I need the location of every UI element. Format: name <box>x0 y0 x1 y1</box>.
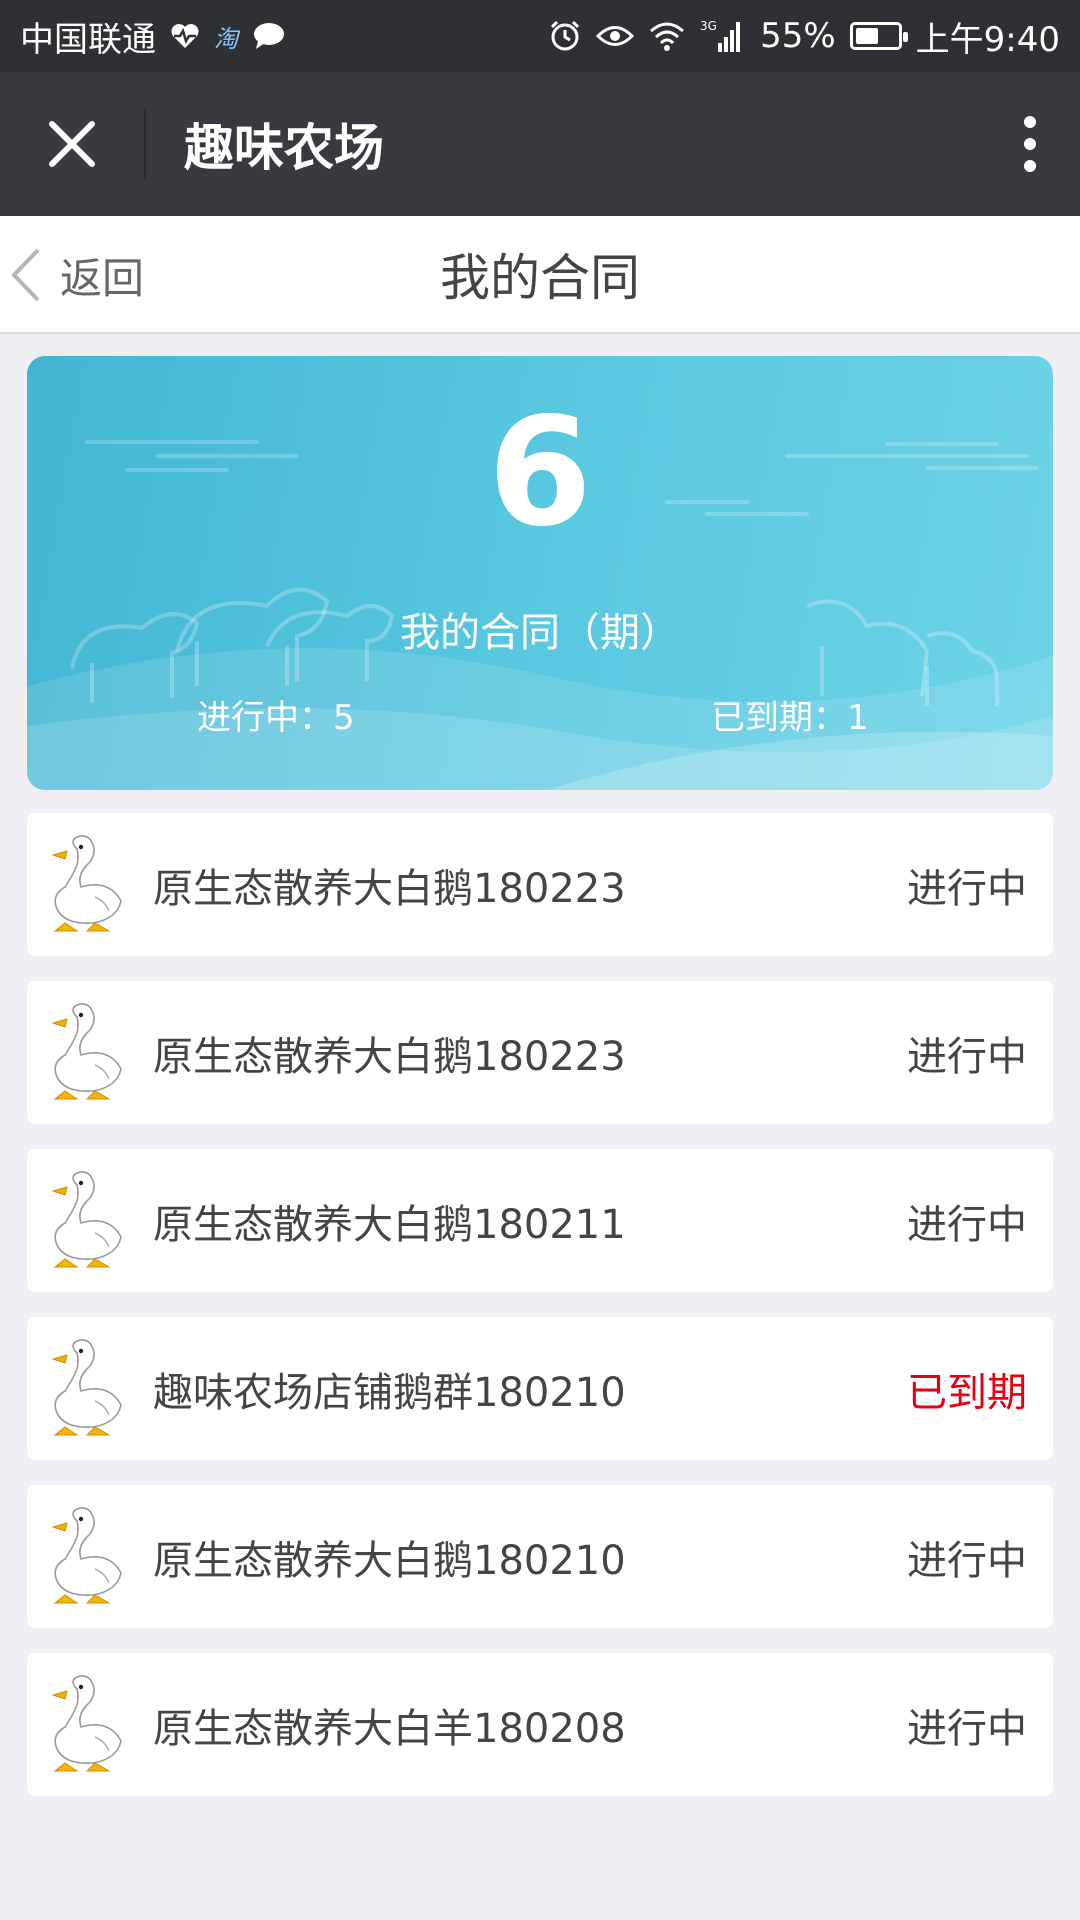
contract-status: 进行中 <box>907 1537 1027 1584</box>
contract-status: 进行中 <box>907 1201 1027 1248</box>
goose-icon <box>51 1170 122 1267</box>
contract-status: 进行中 <box>907 1705 1027 1752</box>
chat-bubble-icon <box>252 21 286 51</box>
taobao-icon: 淘 <box>214 24 238 53</box>
contract-name: 原生态散养大白羊180208 <box>153 1705 626 1752</box>
contract-list-item[interactable]: 原生态散养大白鹅180210 进行中 <box>27 1485 1053 1628</box>
title-divider <box>144 108 146 180</box>
contract-status: 进行中 <box>907 1033 1027 1080</box>
close-button[interactable] <box>0 72 144 216</box>
goose-icon <box>51 1002 122 1099</box>
heart-rate-icon <box>170 22 200 50</box>
back-button[interactable]: 返回 <box>10 216 144 334</box>
battery-percent: 55% <box>760 16 836 56</box>
expired-contract-stat: 已到期：1 <box>711 698 869 738</box>
page-nav-bar: 返回 我的合同 <box>0 216 1080 334</box>
contract-summary-card: 6 我的合同（期） 进行中：5 已到期：1 <box>27 356 1053 790</box>
app-title-bar: 趣味农场 <box>0 72 1080 216</box>
contract-name: 原生态散养大白鹅180223 <box>153 865 626 912</box>
contract-name: 原生态散养大白鹅180211 <box>153 1201 626 1248</box>
eye-icon <box>596 23 635 49</box>
contract-status: 进行中 <box>907 865 1027 912</box>
active-contract-stat: 进行中：5 <box>197 698 355 738</box>
close-icon <box>49 121 95 167</box>
network-type: 3G <box>700 19 717 33</box>
status-bar: 中国联通 淘 3G 55% 上午9:40 <box>0 0 1080 72</box>
contract-list-item[interactable]: 趣味农场店铺鹅群180210 已到期 <box>27 1317 1053 1460</box>
goose-icon <box>51 1338 122 1435</box>
contract-list-item[interactable]: 原生态散养大白鹅180223 进行中 <box>27 981 1053 1124</box>
goose-icon <box>51 1674 122 1771</box>
more-menu-button[interactable] <box>980 72 1080 216</box>
contract-name: 趣味农场店铺鹅群180210 <box>153 1369 626 1416</box>
signal-icon: 3G <box>700 19 746 53</box>
goose-icon <box>51 834 122 931</box>
total-contract-count: 6 <box>487 386 593 560</box>
page-title: 我的合同 <box>440 249 640 307</box>
contract-list-item[interactable]: 原生态散养大白羊180208 进行中 <box>27 1653 1053 1796</box>
contract-list-item[interactable]: 原生态散养大白鹅180223 进行中 <box>27 813 1053 956</box>
chevron-left-icon <box>11 248 40 302</box>
goose-icon <box>51 1506 122 1603</box>
wifi-icon <box>648 21 686 51</box>
contract-list: 原生态散养大白鹅180223 进行中 原生态散养大白鹅180223 进行中 原生… <box>27 813 1053 1821</box>
app-title: 趣味农场 <box>184 119 384 177</box>
battery-fill <box>855 28 878 44</box>
status-right: 3G 55% 上午9:40 <box>548 12 1060 61</box>
contract-status: 已到期 <box>907 1369 1027 1416</box>
clock-time: 上午9:40 <box>915 19 1060 60</box>
battery-icon <box>849 22 908 50</box>
total-contract-label: 我的合同（期） <box>400 610 680 656</box>
contract-list-item[interactable]: 原生态散养大白鹅180211 进行中 <box>27 1149 1053 1292</box>
alarm-icon <box>548 19 582 53</box>
contract-name: 原生态散养大白鹅180223 <box>153 1033 626 1080</box>
status-left: 中国联通 淘 <box>20 12 286 61</box>
more-vertical-icon <box>1024 116 1036 172</box>
contract-name: 原生态散养大白鹅180210 <box>153 1537 626 1584</box>
back-label: 返回 <box>60 253 145 303</box>
carrier-name: 中国联通 <box>20 19 156 60</box>
